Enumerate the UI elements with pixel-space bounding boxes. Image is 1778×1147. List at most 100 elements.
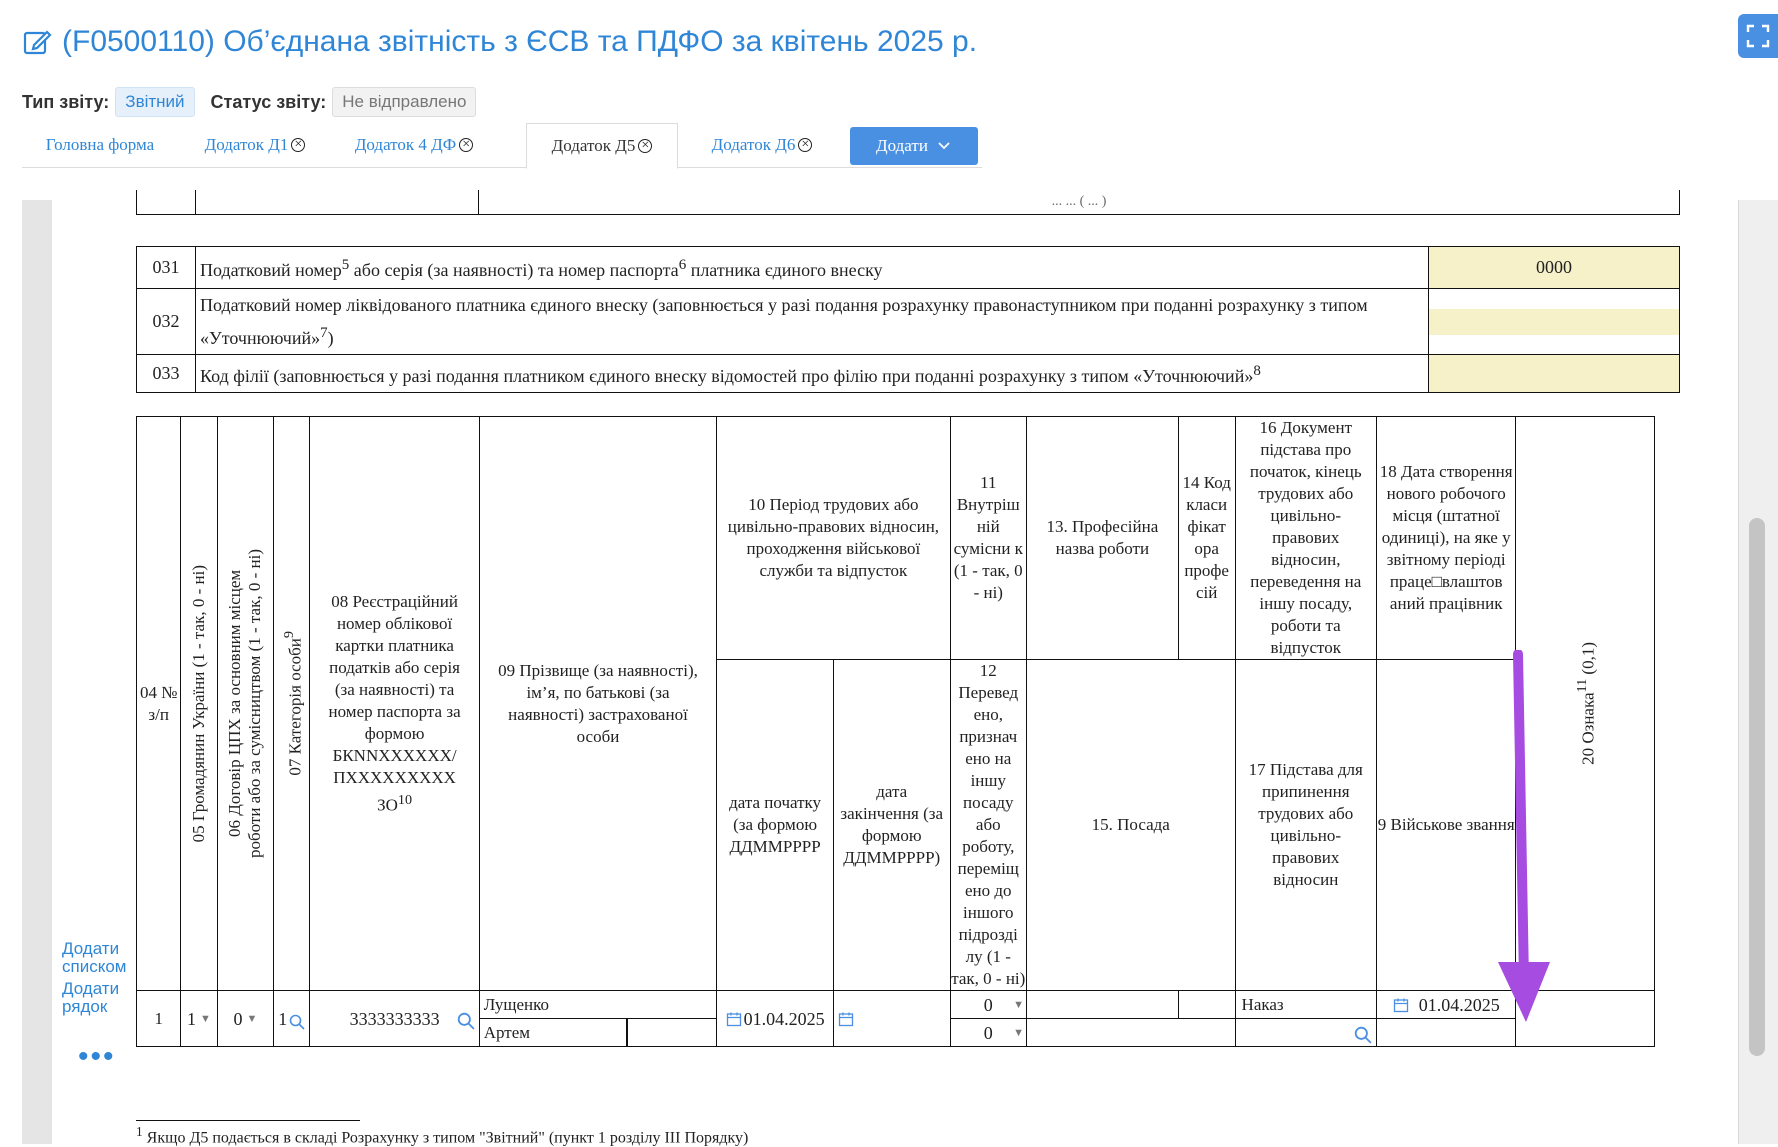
tab-appendix-d1[interactable]: Додаток Д1 × (178, 123, 332, 166)
previous-table-remnant: ... ... ( ... ) (136, 190, 1680, 215)
add-appendix-button[interactable]: Додати (850, 127, 978, 165)
row-code: 031 (136, 246, 196, 289)
col-header-10-end: дата закінчення (за формою ДДММРРРР) (832, 659, 951, 991)
close-tab-icon[interactable]: × (798, 137, 813, 152)
classifier-code-input[interactable] (1177, 990, 1236, 1019)
tab-label: Додаток 4 ДФ (354, 134, 457, 154)
profession-name-input[interactable] (1025, 990, 1179, 1019)
col-header-14: 14 Код класи фікат ора профе сій (1177, 416, 1236, 660)
col-header-04: 04 № з/п (135, 416, 182, 991)
tab-label: Головна форма (45, 134, 155, 154)
row-description: Податковий номер ліквідованого платника … (195, 288, 1429, 355)
search-icon[interactable] (289, 1014, 305, 1030)
add-button-label: Додати (876, 136, 928, 155)
internal-part-time-select[interactable]: 0 ▼ (949, 990, 1027, 1019)
report-status-label: Статус звіту: (210, 91, 327, 112)
table-header-row: 04 № з/п 05 Громадянин України (1 - так,… (135, 416, 1691, 991)
table-row: 031 Податковий номер5 або серія (за наяв… (136, 246, 1680, 289)
citizen-select[interactable]: 1 ▼ (180, 990, 218, 1047)
document-basis-input[interactable]: Наказ (1234, 990, 1378, 1019)
sign-input[interactable] (1515, 990, 1655, 1047)
col-header-18: 18 Дата створення нового робочого місця … (1375, 416, 1517, 660)
col-header-13: 13. Професійна назва роботи (1025, 416, 1179, 660)
category-input[interactable]: 1 (273, 990, 311, 1047)
table-row: 1 1 ▼ 0 ▼ 1 3333333333 Лущенко 01.04.202… (135, 990, 1691, 1047)
liquidated-tax-number-cell (1428, 288, 1680, 355)
branch-code-input[interactable] (1428, 354, 1680, 393)
report-type-label: Тип звіту: (22, 91, 110, 112)
footnote-divider (136, 1120, 360, 1121)
row-description: Код філії (заповнюється у разі подання п… (195, 354, 1429, 393)
document-page: ... ... ( ... ) 031 Податковий номер5 аб… (52, 190, 1738, 1144)
row-description: Податковий номер5 або серія (за наявност… (195, 246, 1429, 289)
calendar-icon[interactable] (726, 1011, 742, 1027)
table-row: 033 Код філії (заповнюється у разі подан… (136, 354, 1680, 393)
calendar-icon[interactable] (838, 1011, 854, 1027)
row-number: 1 (135, 990, 182, 1047)
close-tab-icon[interactable]: × (459, 137, 474, 152)
page-title-bar: (F0500110) Об’єднана звітність з ЄСВ та … (22, 20, 977, 64)
scrollbar-thumb[interactable] (1749, 518, 1765, 1056)
tab-label: Додаток Д5 (551, 136, 636, 155)
col-header-05: 05 Громадянин України (1 - так, 0 - ні) (180, 416, 218, 991)
dropdown-caret-icon: ▼ (1013, 1026, 1024, 1039)
col-header-20: 20 Ознака11 (0,1) (1515, 416, 1655, 991)
contract-select[interactable]: 0 ▼ (216, 990, 275, 1047)
row-actions: Додати списком Додати рядок (62, 940, 142, 1020)
edit-icon[interactable] (22, 27, 52, 57)
close-tab-icon[interactable]: × (291, 137, 306, 152)
col-header-10: 10 Період трудових або цивільно-правових… (716, 416, 951, 660)
col-header-06: 06 Договір ЦПХ за основним місцем роботи … (216, 416, 275, 991)
chevron-down-icon (938, 142, 950, 150)
tab-appendix-4df[interactable]: Додаток 4 ДФ × (332, 123, 496, 166)
col-header-12: 12 Перевед ено, признач ено на іншу поса… (949, 659, 1027, 991)
col-header-15: 15. Посада (1025, 659, 1236, 991)
col-header-16: 16 Документ підстава про початок, кінець… (1234, 416, 1378, 660)
search-icon[interactable] (457, 1012, 475, 1030)
end-date-input[interactable] (832, 990, 951, 1047)
termination-basis-input[interactable] (1234, 1018, 1378, 1047)
dropdown-caret-icon: ▼ (246, 1012, 258, 1025)
transferred-select[interactable]: 0 ▼ (949, 1018, 1027, 1047)
calendar-icon[interactable] (1393, 997, 1409, 1013)
form-tabs: Головна форма Додаток Д1 × Додаток 4 ДФ × … (22, 123, 982, 169)
tab-main-form[interactable]: Головна форма (22, 123, 178, 166)
add-row-link[interactable]: Додати рядок (62, 980, 132, 1016)
row-code: 033 (136, 354, 196, 393)
remnant-text: ... ... ( ... ) (478, 190, 1680, 215)
col-header-19: 9 Військове звання (1375, 659, 1517, 991)
tab-label: Додаток Д6 (711, 134, 796, 154)
col-header-07: 07 Категорія особи9 (273, 416, 311, 991)
start-date-input[interactable]: 01.04.2025 (716, 990, 834, 1047)
table-row: 032 Податковий номер ліквідованого платн… (136, 288, 1680, 355)
payer-codes-table: 031 Податковий номер5 або серія (за наяв… (136, 246, 1680, 393)
tax-id-input[interactable]: 3333333333 (309, 990, 480, 1047)
tax-number-input[interactable]: 0000 (1428, 246, 1680, 289)
col-header-09: 09 Прізвище (за наявності), ім’я, по бат… (478, 416, 718, 991)
add-list-link[interactable]: Додати списком (62, 940, 142, 976)
close-tab-icon[interactable]: × (638, 139, 653, 153)
col-header-10-start: дата початку (за формою ДДММРРРР (716, 659, 834, 991)
col-header-11: 11 Внутріш ній сумісни к (1 - так, 0 - н… (949, 416, 1027, 660)
tab-label: Додаток Д1 (204, 134, 289, 154)
tab-appendix-d6[interactable]: Додаток Д6 × (680, 123, 844, 166)
name-input[interactable]: Артем (478, 1017, 718, 1047)
col-header-08: 08 Реєстраційний номер облікової картки … (309, 416, 480, 991)
tab-appendix-d5[interactable]: Додаток Д5 × (526, 123, 678, 169)
military-rank-input[interactable] (1375, 1018, 1517, 1047)
row-code: 032 (136, 288, 196, 355)
surname-input[interactable]: Лущенко (478, 990, 718, 1019)
document-viewport: ... ... ( ... ) 031 Податковий номер5 аб… (0, 190, 1778, 1144)
liquidated-tax-number-input[interactable] (1429, 308, 1679, 335)
new-workplace-date-input[interactable]: 01.04.2025 (1375, 990, 1517, 1019)
dropdown-caret-icon: ▼ (200, 1012, 211, 1025)
report-meta: Тип звіту: Звітний Статус звіту: Не відп… (22, 87, 492, 117)
page-title: (F0500110) Об’єднана звітність з ЄСВ та … (62, 25, 978, 58)
more-actions-button[interactable]: ••• (78, 1040, 116, 1074)
dropdown-caret-icon: ▼ (1013, 998, 1024, 1011)
search-icon[interactable] (1354, 1026, 1372, 1044)
position-input[interactable] (1025, 1018, 1236, 1047)
left-gutter (22, 200, 52, 1144)
fullscreen-button[interactable] (1738, 14, 1778, 58)
col-header-17: 17 Підстава для припинення трудових або … (1234, 659, 1378, 991)
